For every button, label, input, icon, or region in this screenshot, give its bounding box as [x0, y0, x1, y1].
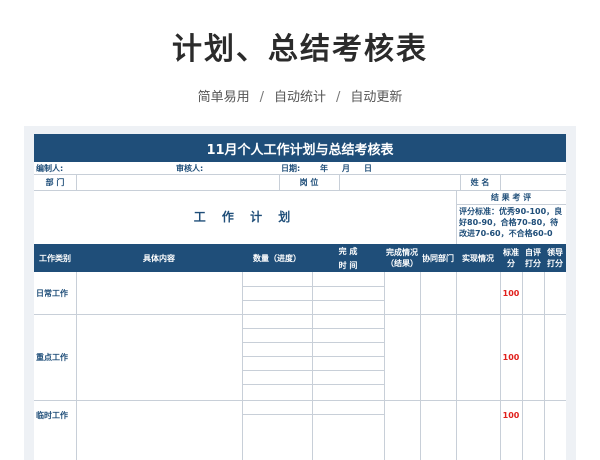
- separator: /: [259, 90, 264, 105]
- date-year: 年: [320, 163, 328, 173]
- grid-line: [522, 272, 523, 460]
- preview-panel: 11月个人工作计划与总结考核表 编制人: 审核人: 日期: 年 月 日 部 门 …: [24, 126, 576, 460]
- grid-line: [34, 400, 566, 401]
- scoring-criteria: 评分标准：优秀90-100，良好80-90，合格70-80，待改进70-60，不…: [459, 207, 563, 238]
- header-content: 具体内容: [76, 244, 242, 272]
- grid-line: [242, 272, 243, 460]
- grid-line: [76, 272, 77, 460]
- sheet-title: 11月个人工作计划与总结考核表: [34, 134, 566, 162]
- grid-line: [460, 174, 461, 190]
- feature-easy: 简单易用: [197, 90, 250, 105]
- grid-line: [339, 174, 340, 190]
- header-coop: 协同部门: [420, 244, 456, 272]
- row-standard-score: 100: [502, 288, 520, 298]
- grid-line: [242, 384, 384, 385]
- feature-tagline: 简单易用 / 自动统计 / 自动更新: [0, 86, 600, 105]
- grid-line: [76, 174, 77, 190]
- name-label: 姓 名: [470, 177, 490, 187]
- grid-line: [544, 272, 545, 460]
- row-category: 重点工作: [36, 352, 68, 362]
- grid-line: [242, 286, 384, 287]
- grid-line: [279, 174, 280, 190]
- result-title: 结 果 考 评: [490, 192, 532, 202]
- header-status: 完成情况（结果）: [384, 244, 420, 272]
- plan-title: 工 作 计 划: [193, 209, 297, 224]
- grid-line: [34, 314, 566, 315]
- header-time: 时 间: [312, 258, 384, 272]
- grid-line: [242, 342, 384, 343]
- header-leader-score: 领导打分: [544, 244, 566, 272]
- grid-line: [242, 328, 384, 329]
- feature-auto-stat: 自动统计: [273, 90, 326, 105]
- grid-line: [242, 370, 384, 371]
- header-actual: 实现情况: [456, 244, 500, 272]
- compiler-label: 编制人:: [36, 163, 64, 173]
- grid-line: [384, 272, 385, 460]
- date-month: 月: [342, 163, 350, 173]
- grid-line: [312, 272, 313, 460]
- grid-line: [500, 272, 501, 460]
- grid-line: [456, 272, 457, 460]
- row-category: 日常工作: [36, 288, 68, 298]
- header-category: 工作类别: [34, 244, 76, 272]
- row-standard-score: 100: [502, 352, 520, 362]
- header-quantity: 数量（进度）: [242, 244, 312, 272]
- row-standard-score: 100: [502, 410, 520, 420]
- date-label: 日期:: [281, 163, 301, 173]
- grid-line: [242, 414, 384, 415]
- dept-label: 部 门: [45, 177, 65, 187]
- header-finish: 完 成: [312, 244, 384, 258]
- grid-line: [456, 190, 457, 244]
- header-standard: 标准分: [500, 244, 522, 272]
- feature-auto-update: 自动更新: [350, 90, 403, 105]
- page-title: 计划、总结考核表: [172, 32, 428, 67]
- separator: /: [336, 90, 341, 105]
- position-label: 岗 位: [299, 177, 319, 187]
- grid-line: [242, 300, 384, 301]
- grid-line: [420, 272, 421, 460]
- reviewer-label: 审核人:: [176, 163, 204, 173]
- grid-line: [242, 356, 384, 357]
- date-day: 日: [364, 163, 372, 173]
- header-self-score: 自评打分: [522, 244, 544, 272]
- spreadsheet-preview: 11月个人工作计划与总结考核表 编制人: 审核人: 日期: 年 月 日 部 门 …: [34, 134, 566, 460]
- grid-line: [500, 174, 501, 190]
- row-category: 临时工作: [36, 410, 68, 420]
